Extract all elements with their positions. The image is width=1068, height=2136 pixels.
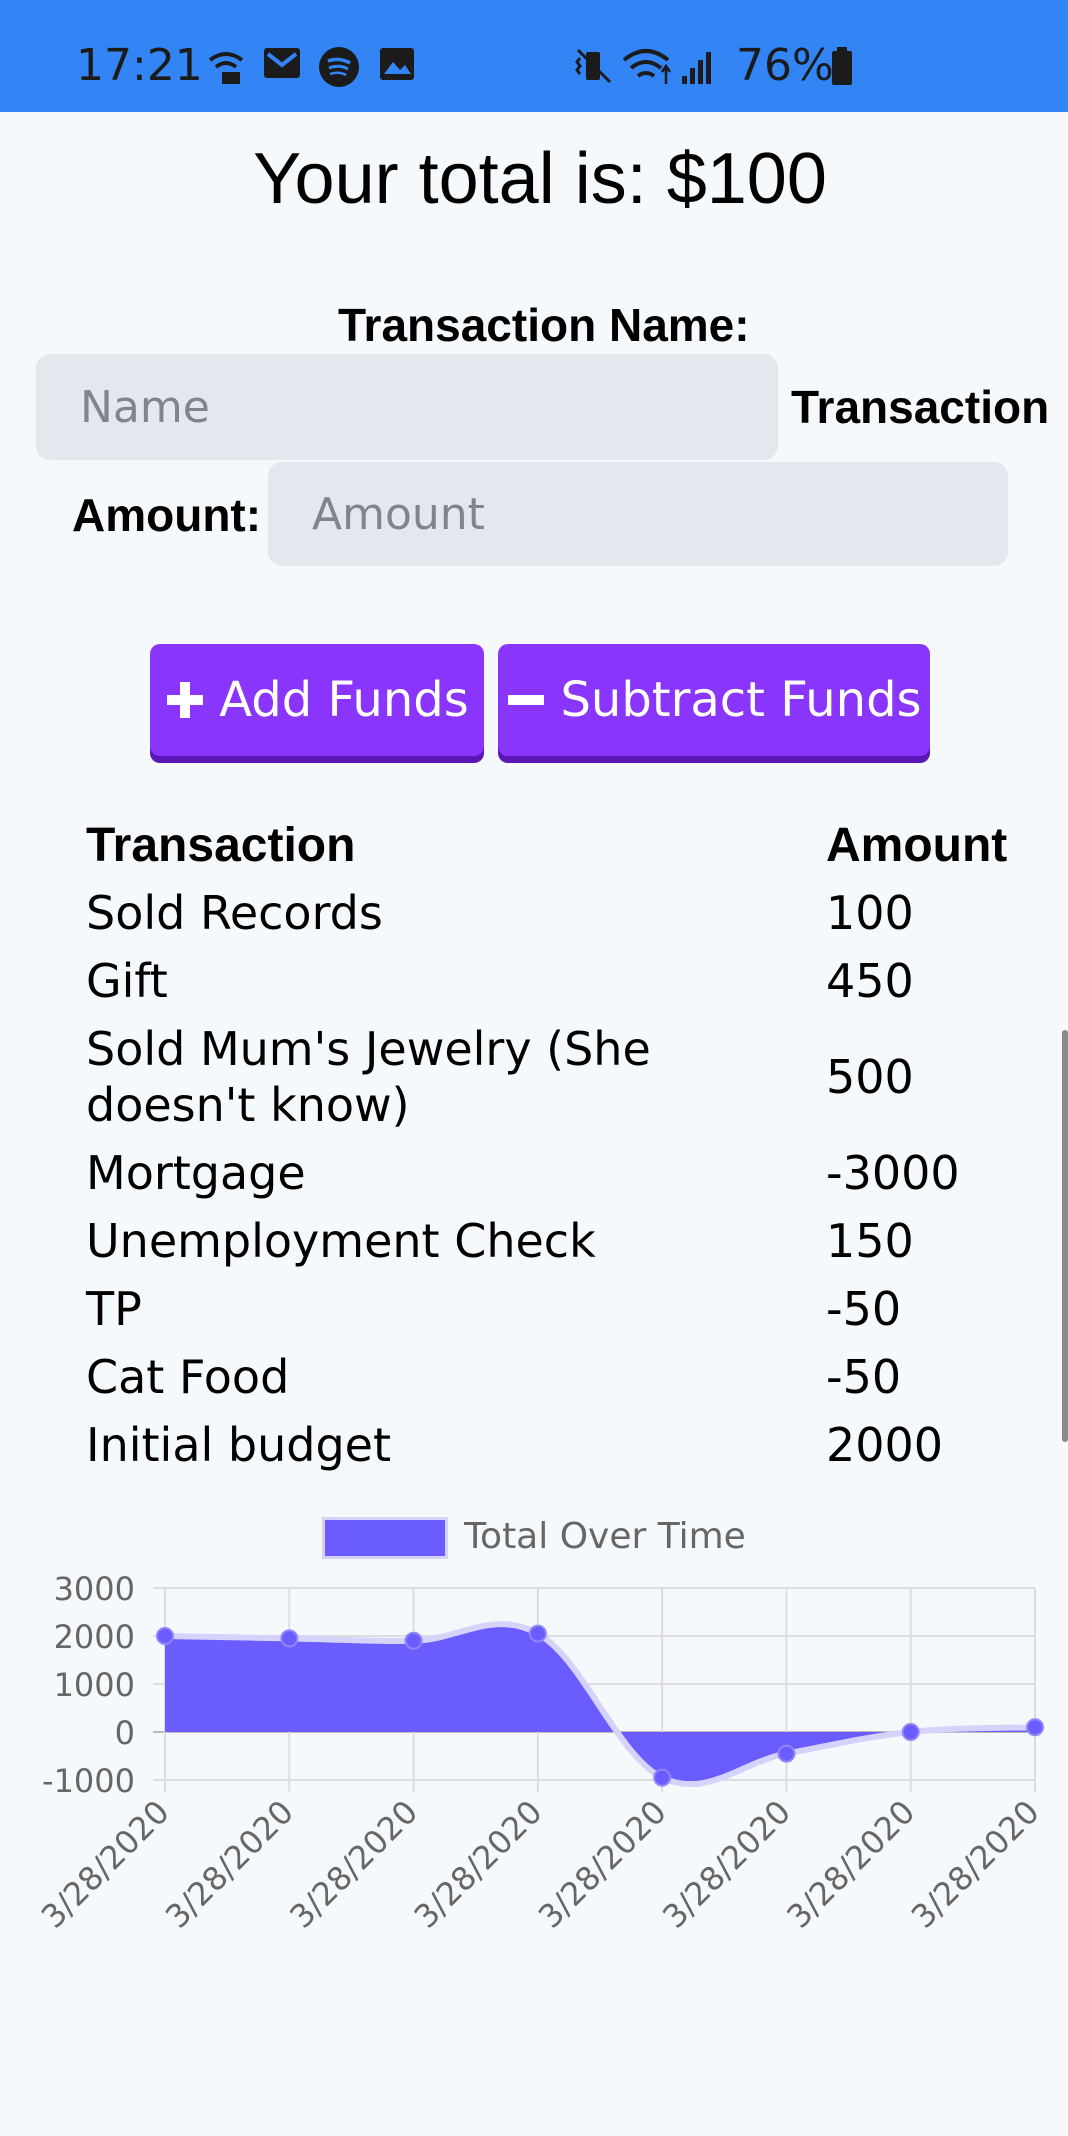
row-name: Sold Records <box>86 886 383 940</box>
x-tick-label: 3/28/2020 <box>407 1793 550 1936</box>
header-transaction: Transaction <box>86 819 356 872</box>
table-row: Cat Food -50 <box>72 1343 1019 1411</box>
y-tick-label: 0 <box>115 1714 135 1752</box>
y-tick-label: 2000 <box>54 1618 135 1656</box>
y-tick-label: -1000 <box>42 1762 135 1800</box>
add-funds-button[interactable]: Add Funds <box>150 644 484 756</box>
x-tick-label: 3/28/2020 <box>158 1793 301 1936</box>
wifi-call-icon <box>208 52 244 84</box>
data-point <box>156 1627 174 1645</box>
battery-icon <box>832 47 852 85</box>
table-row: Gift 450 <box>72 947 1019 1015</box>
data-point <box>404 1631 423 1650</box>
wifi-icon <box>622 49 672 84</box>
status-time: 17:21 <box>76 40 203 91</box>
gallery-icon <box>380 48 414 80</box>
table-row: TP -50 <box>72 1275 1019 1343</box>
row-amount: 450 <box>826 954 914 1008</box>
row-amount: 150 <box>826 1214 914 1268</box>
row-amount: -50 <box>826 1350 902 1404</box>
table-row: Sold Records 100 <box>72 879 1019 947</box>
table-row: Unemployment Check 150 <box>72 1207 1019 1275</box>
add-funds-label: Add Funds <box>219 672 469 728</box>
row-name: Gift <box>86 954 168 1008</box>
subtract-funds-label: Subtract Funds <box>560 672 922 728</box>
minus-icon <box>508 695 545 705</box>
status-bar: 17:21 76% <box>0 0 1068 112</box>
row-name: Mortgage <box>86 1146 306 1200</box>
data-point <box>1026 1718 1044 1737</box>
scrollbar-thumb[interactable] <box>1062 1030 1068 1442</box>
row-amount: -50 <box>826 1282 902 1336</box>
total-over-time-chart: 3000200010000-10003/28/20203/28/20203/28… <box>34 1570 1047 1936</box>
legend-label: Total Over Time <box>464 1516 746 1557</box>
legend-swatch <box>322 1517 449 1559</box>
row-name: TP <box>86 1282 142 1336</box>
row-amount: 2000 <box>826 1418 944 1472</box>
row-amount: -3000 <box>826 1146 960 1200</box>
row-name: Sold Mum's Jewelry (She doesn't know) <box>86 1022 651 1132</box>
x-tick-label: 3/28/2020 <box>531 1793 674 1936</box>
vibrate-icon <box>575 48 612 84</box>
x-tick-label: 3/28/2020 <box>779 1793 922 1936</box>
row-amount: 100 <box>826 886 914 940</box>
signal-icon <box>682 52 711 84</box>
header-amount: Amount <box>826 819 1008 872</box>
row-name: Initial budget <box>86 1418 391 1472</box>
transaction-name-label: Transaction Name: <box>338 299 750 351</box>
transaction-name-input[interactable] <box>36 354 778 460</box>
table-row: Sold Mum's Jewelry (She doesn't know) 500 <box>72 1015 1019 1139</box>
total-heading: Your total is: $100 <box>253 139 827 219</box>
row-name: Cat Food <box>86 1350 290 1404</box>
transaction-amount-label-part1: Transaction <box>791 381 1050 433</box>
transactions-table: Transaction Amount Sold Records 100 Gift 4… <box>72 812 1019 1479</box>
data-point <box>653 1768 672 1787</box>
subtract-funds-button[interactable]: Subtract Funds <box>498 644 930 756</box>
data-point <box>777 1744 796 1763</box>
x-tick-label: 3/28/2020 <box>34 1793 177 1936</box>
transaction-amount-input[interactable] <box>268 462 1008 566</box>
transaction-amount-label-part2: Amount: <box>72 489 262 541</box>
chart-legend[interactable]: Total Over Time <box>0 1516 1068 1559</box>
plus-icon <box>167 682 204 718</box>
gmail-icon <box>264 48 300 78</box>
data-point <box>901 1723 920 1741</box>
x-tick-label: 3/28/2020 <box>655 1793 798 1936</box>
y-tick-label: 3000 <box>54 1570 135 1608</box>
row-amount: 500 <box>826 1050 914 1104</box>
data-point <box>528 1624 547 1643</box>
table-row: Initial budget 2000 <box>72 1411 1019 1479</box>
battery-percent: 76% <box>736 40 834 91</box>
y-tick-label: 1000 <box>54 1666 135 1704</box>
data-point <box>280 1629 299 1648</box>
x-tick-label: 3/28/2020 <box>282 1793 425 1936</box>
table-header-row: Transaction Amount <box>72 812 1019 879</box>
spotify-icon <box>319 47 359 87</box>
x-tick-label: 3/28/2020 <box>904 1793 1047 1936</box>
row-name: Unemployment Check <box>86 1214 596 1268</box>
table-row: Mortgage -3000 <box>72 1139 1019 1207</box>
